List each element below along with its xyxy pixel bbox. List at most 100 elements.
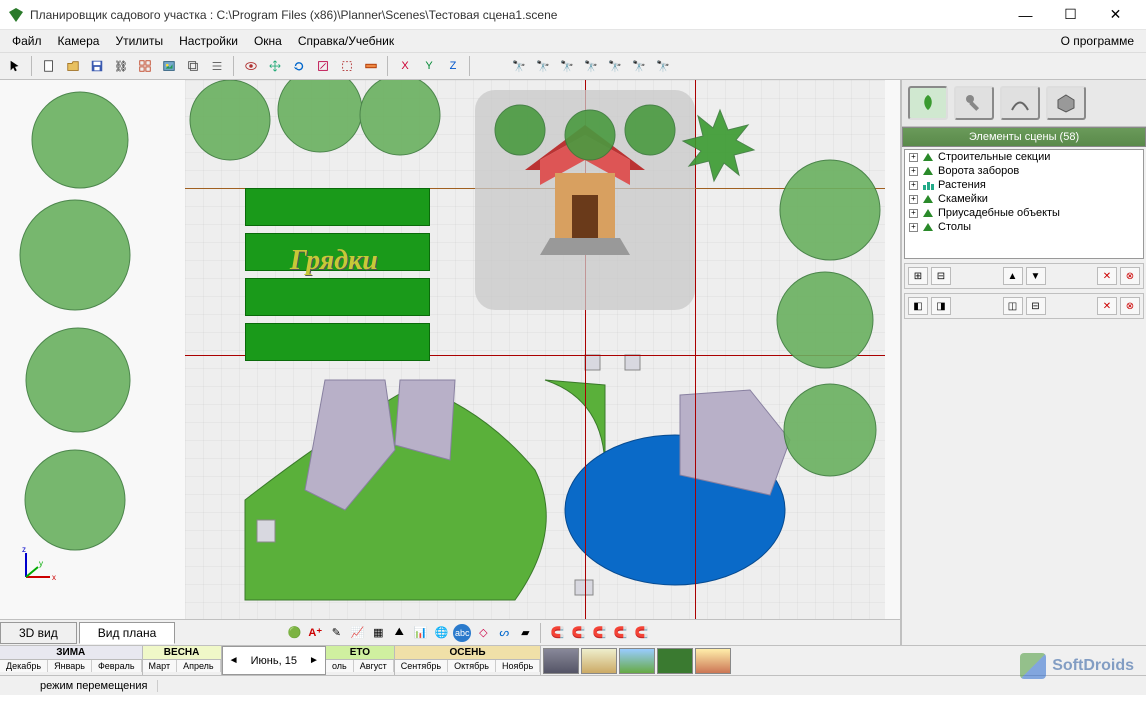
month[interactable]: Октябрь — [448, 660, 496, 672]
chart-icon[interactable]: 📊 — [411, 624, 429, 642]
date-prev-icon[interactable]: ◄ — [227, 655, 241, 666]
remove-icon[interactable]: ✕ — [1097, 297, 1117, 315]
tree-item[interactable]: +Растения — [905, 178, 1143, 192]
month[interactable]: Сентябрь — [395, 660, 448, 672]
pencil-icon[interactable]: ✎ — [327, 624, 345, 642]
month[interactable]: Август — [354, 660, 394, 672]
date-control[interactable]: ◄ Июнь, 15 ► — [222, 646, 326, 675]
tab-3d-view[interactable]: 3D вид — [0, 622, 77, 644]
save-icon[interactable] — [86, 55, 108, 77]
binoculars-1-icon[interactable]: 🔭 — [508, 55, 530, 77]
magnet-1-icon[interactable]: 🧲 — [548, 624, 566, 642]
menu-settings[interactable]: Настройки — [171, 32, 246, 50]
tree-up-icon[interactable]: ▲ — [1003, 267, 1023, 285]
move-icon[interactable] — [264, 55, 286, 77]
clear-icon[interactable]: ⊗ — [1120, 297, 1140, 315]
month[interactable]: Март — [143, 660, 178, 672]
month[interactable]: Январь — [48, 660, 92, 672]
abc-icon[interactable]: abc — [453, 624, 471, 642]
binoculars-3-icon[interactable]: 🔭 — [556, 55, 578, 77]
magnet-5-icon[interactable]: 🧲 — [632, 624, 650, 642]
scene-tree[interactable]: +Строительные секции +Ворота заборов +Ра… — [904, 149, 1144, 259]
timeline[interactable]: ЗИМА ДекабрьЯнварьФевраль ВЕСНА МартАпре… — [0, 645, 1146, 675]
binoculars-4-icon[interactable]: 🔭 — [580, 55, 602, 77]
align-right-icon[interactable]: ◨ — [931, 297, 951, 315]
month[interactable]: Февраль — [92, 660, 142, 672]
fill-icon[interactable]: ▰ — [516, 624, 534, 642]
shape-icon[interactable]: ◇ — [474, 624, 492, 642]
thumb-3[interactable] — [619, 648, 655, 674]
list-icon[interactable] — [206, 55, 228, 77]
binoculars-7-icon[interactable]: 🔭 — [652, 55, 674, 77]
select-rect-icon[interactable] — [336, 55, 358, 77]
binoculars-2-icon[interactable]: 🔭 — [532, 55, 554, 77]
tab-plan-view[interactable]: Вид плана — [79, 622, 176, 644]
tab-tools[interactable] — [954, 86, 994, 120]
date-next-icon[interactable]: ► — [307, 655, 321, 666]
align-left-icon[interactable]: ◧ — [908, 297, 928, 315]
layers-icon[interactable] — [182, 55, 204, 77]
thumb-1[interactable] — [543, 648, 579, 674]
tree-item[interactable]: +Столы — [905, 220, 1143, 234]
month[interactable]: оль — [326, 660, 354, 672]
axis-y-button[interactable]: Y — [418, 55, 440, 77]
tree-item[interactable]: +Скамейки — [905, 192, 1143, 206]
svg-text:x: x — [52, 573, 56, 582]
magnet-2-icon[interactable]: 🧲 — [569, 624, 587, 642]
line-chart-icon[interactable]: 📈 — [348, 624, 366, 642]
minimize-button[interactable]: — — [1003, 1, 1048, 29]
tree-down-icon[interactable]: ▼ — [1026, 267, 1046, 285]
menu-windows[interactable]: Окна — [246, 32, 290, 50]
binoculars-6-icon[interactable]: 🔭 — [628, 55, 650, 77]
axis-z-button[interactable]: Z — [442, 55, 464, 77]
thumb-2[interactable] — [581, 648, 617, 674]
terrain-icon[interactable]: ⛰ — [390, 624, 408, 642]
text-tool-icon[interactable]: A⁺ — [306, 624, 324, 642]
image-icon[interactable] — [158, 55, 180, 77]
eye-icon[interactable] — [240, 55, 262, 77]
globe-icon[interactable]: 🌐 — [432, 624, 450, 642]
pointer-tool[interactable] — [4, 55, 26, 77]
status-mode: режим перемещения — [30, 680, 158, 692]
tab-plants[interactable] — [908, 86, 948, 120]
delete-icon[interactable]: ✕ — [1097, 267, 1117, 285]
menu-utilities[interactable]: Утилиты — [107, 32, 171, 50]
close-button[interactable]: ✕ — [1093, 1, 1138, 29]
tree-item[interactable]: +Строительные секции — [905, 150, 1143, 164]
statusbar: режим перемещения — [0, 675, 1146, 695]
measure-icon[interactable] — [360, 55, 382, 77]
thumb-5[interactable] — [695, 648, 731, 674]
lasso-icon[interactable]: ᔕ — [495, 624, 513, 642]
collapse-all-icon[interactable]: ⊟ — [931, 267, 951, 285]
rotate-icon[interactable] — [288, 55, 310, 77]
link-icon[interactable]: ⛓ — [110, 55, 132, 77]
scale-icon[interactable] — [312, 55, 334, 77]
center-h-icon[interactable]: ◫ — [1003, 297, 1023, 315]
menu-about[interactable]: О программе — [1053, 32, 1142, 50]
axis-x-button[interactable]: X — [394, 55, 416, 77]
thumb-4[interactable] — [657, 648, 693, 674]
tab-objects[interactable] — [1046, 86, 1086, 120]
binoculars-5-icon[interactable]: 🔭 — [604, 55, 626, 77]
green-dot-icon[interactable]: 🟢 — [285, 624, 303, 642]
delete-all-icon[interactable]: ⊗ — [1120, 267, 1140, 285]
month[interactable]: Декабрь — [0, 660, 48, 672]
month[interactable]: Апрель — [177, 660, 221, 672]
tree-item[interactable]: +Ворота заборов — [905, 164, 1143, 178]
grid-small-icon[interactable]: ▦ — [369, 624, 387, 642]
expand-all-icon[interactable]: ⊞ — [908, 267, 928, 285]
open-file-icon[interactable] — [62, 55, 84, 77]
menu-file[interactable]: Файл — [4, 32, 50, 50]
grid-icon[interactable] — [134, 55, 156, 77]
new-file-icon[interactable] — [38, 55, 60, 77]
menu-camera[interactable]: Камера — [50, 32, 108, 50]
maximize-button[interactable]: ☐ — [1048, 1, 1093, 29]
menu-help[interactable]: Справка/Учебник — [290, 32, 402, 50]
viewport[interactable]: Грядки — [0, 80, 901, 645]
tab-paths[interactable] — [1000, 86, 1040, 120]
month[interactable]: Ноябрь — [496, 660, 540, 672]
center-v-icon[interactable]: ⊟ — [1026, 297, 1046, 315]
tree-item[interactable]: +Приусадебные объекты — [905, 206, 1143, 220]
magnet-4-icon[interactable]: 🧲 — [611, 624, 629, 642]
magnet-3-icon[interactable]: 🧲 — [590, 624, 608, 642]
